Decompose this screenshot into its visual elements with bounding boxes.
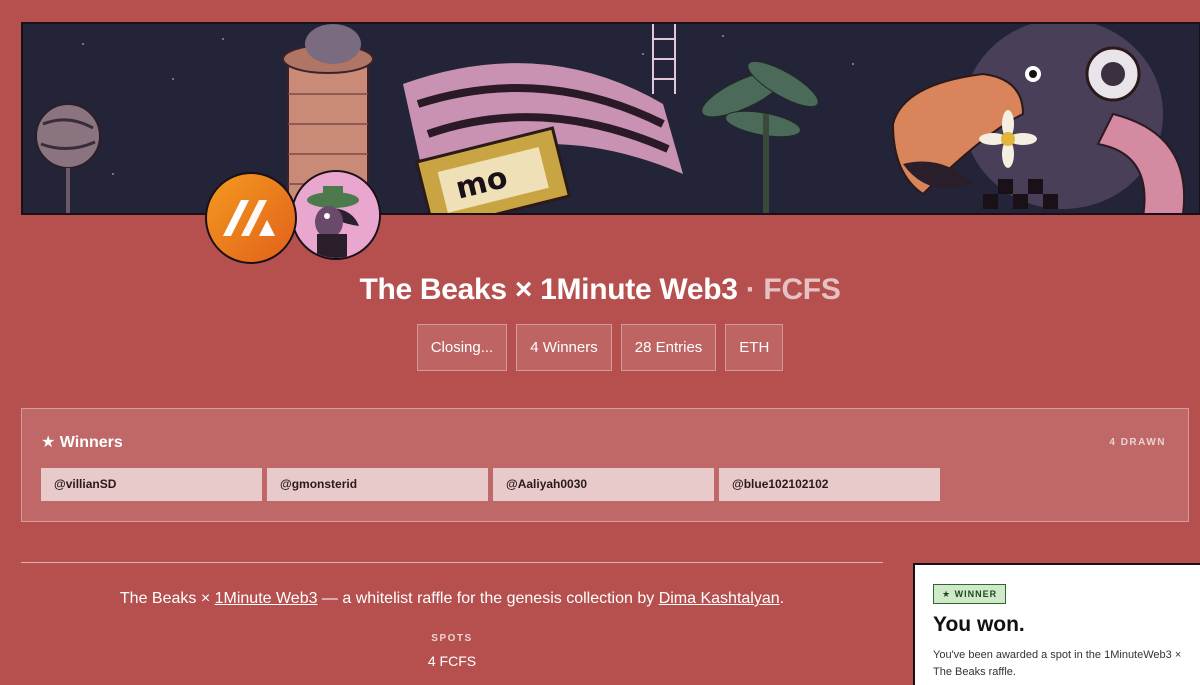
winner-card: ★ WINNER You won. You've been awarded a … <box>913 563 1200 685</box>
winners-panel: ★ Winners 4 DRAWN @villianSD @gmonsterid… <box>21 408 1189 522</box>
raffle-name: The Beaks × 1Minute Web3 <box>359 273 738 306</box>
status-chip: Closing... <box>416 324 508 371</box>
divider <box>21 562 883 563</box>
raffle-type: · FCFS <box>745 273 841 306</box>
winners-count: 4 DRAWN <box>1109 437 1166 448</box>
winner-item[interactable]: @villianSD <box>41 468 262 501</box>
raffle-description: The Beaks × 1Minute Web3 — a whitelist r… <box>21 590 883 608</box>
1minute-web3-link[interactable]: 1Minute Web3 <box>215 590 318 607</box>
entries-chip: 28 Entries <box>620 324 717 371</box>
banner-artwork: mo <box>23 24 1199 213</box>
description-prefix: The Beaks × <box>119 590 215 607</box>
status-chips: Closing... 4 Winners 28 Entries ETH <box>0 324 1200 371</box>
collection-avatar[interactable] <box>291 170 381 260</box>
chain-chip: ETH <box>725 324 784 371</box>
avatar-group <box>205 170 385 267</box>
description-suffix: . <box>779 590 785 607</box>
winner-badge: ★ WINNER <box>933 584 1007 604</box>
winner-item[interactable]: @gmonsterid <box>267 468 488 501</box>
winner-item[interactable]: @blue102102102 <box>719 468 940 501</box>
spots-value: 4 FCFS <box>427 653 477 669</box>
winner-list: @villianSD @gmonsterid @Aaliyah0030 @blu… <box>41 468 940 501</box>
page-title: The Beaks × 1Minute Web3 · FCFS <box>0 273 1200 307</box>
artist-link[interactable]: Dima Kashtalyan <box>659 590 780 607</box>
winners-heading: ★ Winners <box>41 434 123 451</box>
spots-label: SPOTS <box>431 633 473 644</box>
description-middle: — a whitelist raffle for the genesis col… <box>317 590 659 607</box>
winner-message: You've been awarded a spot in the 1Minut… <box>933 649 1182 678</box>
1minute-logo-icon <box>223 200 275 236</box>
toucan-avatar-icon <box>293 172 379 258</box>
brand-avatar[interactable] <box>205 172 297 264</box>
winners-chip: 4 Winners <box>516 324 612 371</box>
winner-title: You won. <box>933 613 1025 636</box>
winner-item[interactable]: @Aaliyah0030 <box>493 468 714 501</box>
banner-image: mo <box>21 22 1200 215</box>
